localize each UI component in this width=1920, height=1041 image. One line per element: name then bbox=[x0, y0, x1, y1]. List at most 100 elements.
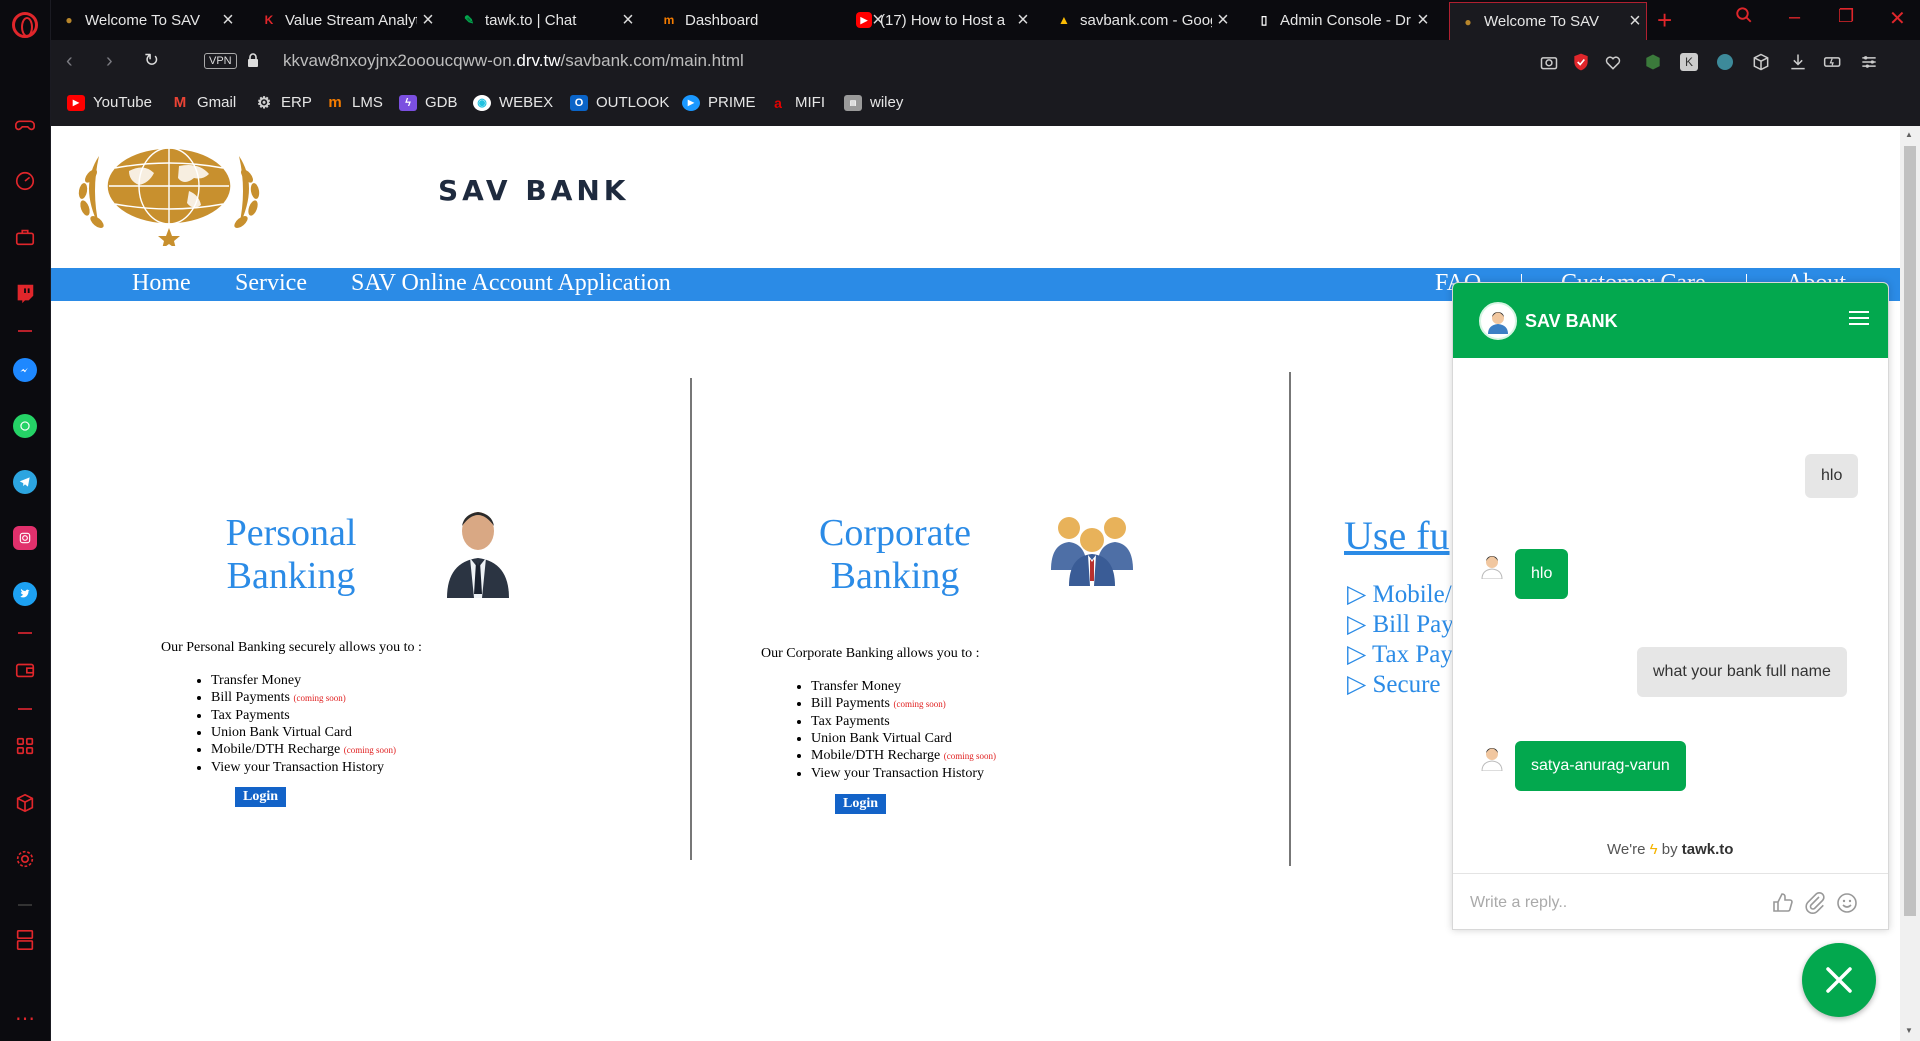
nav-online-account-application[interactable]: SAV Online Account Application bbox=[351, 270, 671, 297]
close-icon[interactable]: × bbox=[417, 9, 439, 32]
adblock-shield-icon[interactable] bbox=[1571, 52, 1591, 72]
scroll-down-arrow-icon[interactable]: ▼ bbox=[1905, 1026, 1913, 1035]
opera-logo-icon[interactable] bbox=[12, 12, 38, 38]
tab-title: (17) How to Host a bbox=[880, 11, 1006, 29]
bookmark-youtube[interactable]: ▶ YouTube bbox=[67, 94, 152, 111]
close-icon[interactable]: × bbox=[1412, 9, 1434, 32]
bookmark-prime[interactable]: ▶ PRIME bbox=[682, 94, 756, 111]
bookmark-erp[interactable]: ⚙ ERP bbox=[255, 94, 312, 112]
hamburger-menu-icon[interactable] bbox=[1849, 311, 1869, 327]
bookmark-wiley[interactable]: ▤ wiley bbox=[844, 94, 903, 111]
chat-reply-input[interactable]: Write a reply.. bbox=[1470, 894, 1567, 912]
download-icon[interactable] bbox=[1788, 52, 1808, 72]
nav-service[interactable]: Service bbox=[235, 270, 307, 297]
close-icon[interactable]: × bbox=[1624, 10, 1646, 33]
twitter-icon[interactable] bbox=[12, 581, 38, 607]
bookmark-outlook[interactable]: O OUTLOOK bbox=[570, 94, 669, 111]
close-icon[interactable]: × bbox=[217, 9, 239, 32]
speedometer-icon[interactable] bbox=[12, 168, 38, 194]
briefcase-icon[interactable] bbox=[12, 224, 38, 250]
useful-link-item[interactable]: ▷ Secure bbox=[1347, 670, 1454, 700]
tab-welcome-sav[interactable]: ● Welcome To SAV × bbox=[51, 4, 239, 36]
lock-icon[interactable] bbox=[247, 53, 259, 67]
battery-saver-icon[interactable] bbox=[1823, 52, 1843, 72]
telegram-icon[interactable] bbox=[12, 469, 38, 495]
agent-avatar-icon bbox=[1481, 556, 1503, 579]
youtube-logo-icon: ▶ bbox=[856, 12, 872, 28]
scrollbar-thumb[interactable] bbox=[1904, 146, 1916, 916]
heart-icon[interactable] bbox=[1603, 52, 1623, 72]
list-item: Tax Payments bbox=[211, 707, 396, 724]
nav-home[interactable]: Home bbox=[132, 270, 191, 297]
wallet-icon[interactable] bbox=[12, 657, 38, 683]
new-tab-plus-icon[interactable]: + bbox=[1657, 5, 1672, 36]
businessman-icon bbox=[447, 512, 509, 598]
camera-icon[interactable] bbox=[1539, 52, 1559, 72]
twitch-icon[interactable] bbox=[12, 280, 38, 306]
search-tabs-icon[interactable] bbox=[1735, 6, 1753, 30]
useful-link-item[interactable]: ▷ Tax Pay bbox=[1347, 640, 1454, 670]
window-close-icon[interactable]: ✕ bbox=[1889, 6, 1906, 31]
tab-tawk-chat[interactable]: ✎ tawk.to | Chat × bbox=[451, 4, 639, 36]
emoji-icon[interactable] bbox=[1835, 891, 1859, 915]
tab-welcome-sav-active[interactable]: ● Welcome To SAV × bbox=[1449, 2, 1647, 40]
bookmarks-bar: ▶ YouTube M Gmail ⚙ ERP m LMS ϟ GDB ◉ WEBEX OO… bbox=[51, 85, 1920, 126]
box-icon[interactable] bbox=[1751, 52, 1771, 72]
scroll-up-arrow-icon[interactable]: ▲ bbox=[1905, 130, 1913, 139]
minimize-icon[interactable]: – bbox=[1789, 6, 1800, 29]
personal-banking-title[interactable]: Personal Banking bbox=[201, 512, 381, 598]
chat-widget: SAV BANK hlo hlo what your bank full nam… bbox=[1452, 282, 1889, 930]
bookmark-gmail[interactable]: M Gmail bbox=[171, 94, 236, 111]
hardware-monitor-icon[interactable] bbox=[12, 927, 38, 953]
list-item: Mobile/DTH Recharge (coming soon) bbox=[211, 741, 396, 759]
personal-login-button[interactable]: Login bbox=[235, 787, 287, 807]
close-icon[interactable]: × bbox=[617, 9, 639, 32]
tab-savbank-drive[interactable]: ▲ savbank.com - Goog × bbox=[1046, 4, 1234, 36]
settings-gear-icon[interactable] bbox=[12, 846, 38, 872]
forward-icon[interactable]: › bbox=[106, 50, 113, 73]
tab-title: Dashboard bbox=[685, 11, 759, 29]
page-scrollbar[interactable]: ▲ ▼ bbox=[1900, 126, 1920, 1041]
apps-grid-icon[interactable] bbox=[12, 733, 38, 759]
tab-strip: ● Welcome To SAV × K Value Stream Analyt… bbox=[51, 0, 1920, 40]
back-icon[interactable]: ‹ bbox=[66, 50, 73, 73]
bookmark-lms[interactable]: m LMS bbox=[326, 94, 383, 111]
url-field[interactable]: kkvaw8nxoyjnx2ooоucqww-on.drv.tw/savbank… bbox=[283, 51, 744, 71]
chat-close-button[interactable] bbox=[1802, 943, 1876, 1017]
tab-value-stream[interactable]: K Value Stream Analyti × bbox=[251, 4, 439, 36]
gear-icon: ⚙ bbox=[256, 94, 272, 112]
thumbs-up-icon[interactable] bbox=[1771, 891, 1795, 915]
close-icon[interactable]: × bbox=[1212, 9, 1234, 32]
powered-by-tawk[interactable]: We're ϟ by tawk.to bbox=[1607, 841, 1733, 858]
personal-banking-intro: Our Personal Banking securely allows you… bbox=[161, 640, 422, 655]
bookmark-mifi[interactable]: a MIFI bbox=[769, 94, 825, 111]
close-icon[interactable]: × bbox=[1012, 9, 1034, 32]
bookmark-gdb[interactable]: ϟ GDB bbox=[399, 94, 458, 111]
restore-icon[interactable]: ❐ bbox=[1838, 6, 1854, 27]
bookmark-webex[interactable]: ◉ WEBEX bbox=[473, 94, 553, 111]
extension-k-icon[interactable]: K bbox=[1679, 52, 1699, 72]
useful-links-title[interactable]: Use fu bbox=[1344, 512, 1450, 559]
document-icon: ▯ bbox=[1260, 13, 1268, 27]
tab-admin-console[interactable]: ▯ Admin Console - Dr × bbox=[1246, 4, 1434, 36]
vpn-badge[interactable]: VPN bbox=[204, 53, 237, 69]
gamepad-icon[interactable] bbox=[12, 112, 38, 138]
useful-link-item[interactable]: ▷ Bill Pay bbox=[1347, 610, 1454, 640]
reload-icon[interactable]: ↻ bbox=[144, 50, 159, 71]
tab-youtube-host[interactable]: ▶ (17) How to Host a × bbox=[846, 4, 1034, 36]
more-options-icon[interactable]: ⋯ bbox=[12, 1005, 38, 1031]
easy-setup-icon[interactable] bbox=[1859, 52, 1879, 72]
messenger-icon[interactable] bbox=[12, 357, 38, 383]
cube-icon[interactable] bbox=[12, 790, 38, 816]
corporate-login-button[interactable]: Login bbox=[835, 794, 887, 814]
useful-link-item[interactable]: ▷ Mobile/ bbox=[1347, 580, 1454, 610]
agent-avatar bbox=[1479, 302, 1517, 340]
whatsapp-icon[interactable] bbox=[12, 413, 38, 439]
lms-icon: m bbox=[328, 94, 342, 111]
instagram-icon[interactable] bbox=[12, 525, 38, 551]
corporate-banking-title[interactable]: Corporate Banking bbox=[795, 512, 995, 598]
paperclip-icon[interactable] bbox=[1803, 891, 1827, 915]
extension-circle-icon[interactable] bbox=[1715, 52, 1735, 72]
extension-cube-icon[interactable] bbox=[1643, 52, 1663, 72]
tab-title: Welcome To SAV bbox=[85, 11, 201, 29]
